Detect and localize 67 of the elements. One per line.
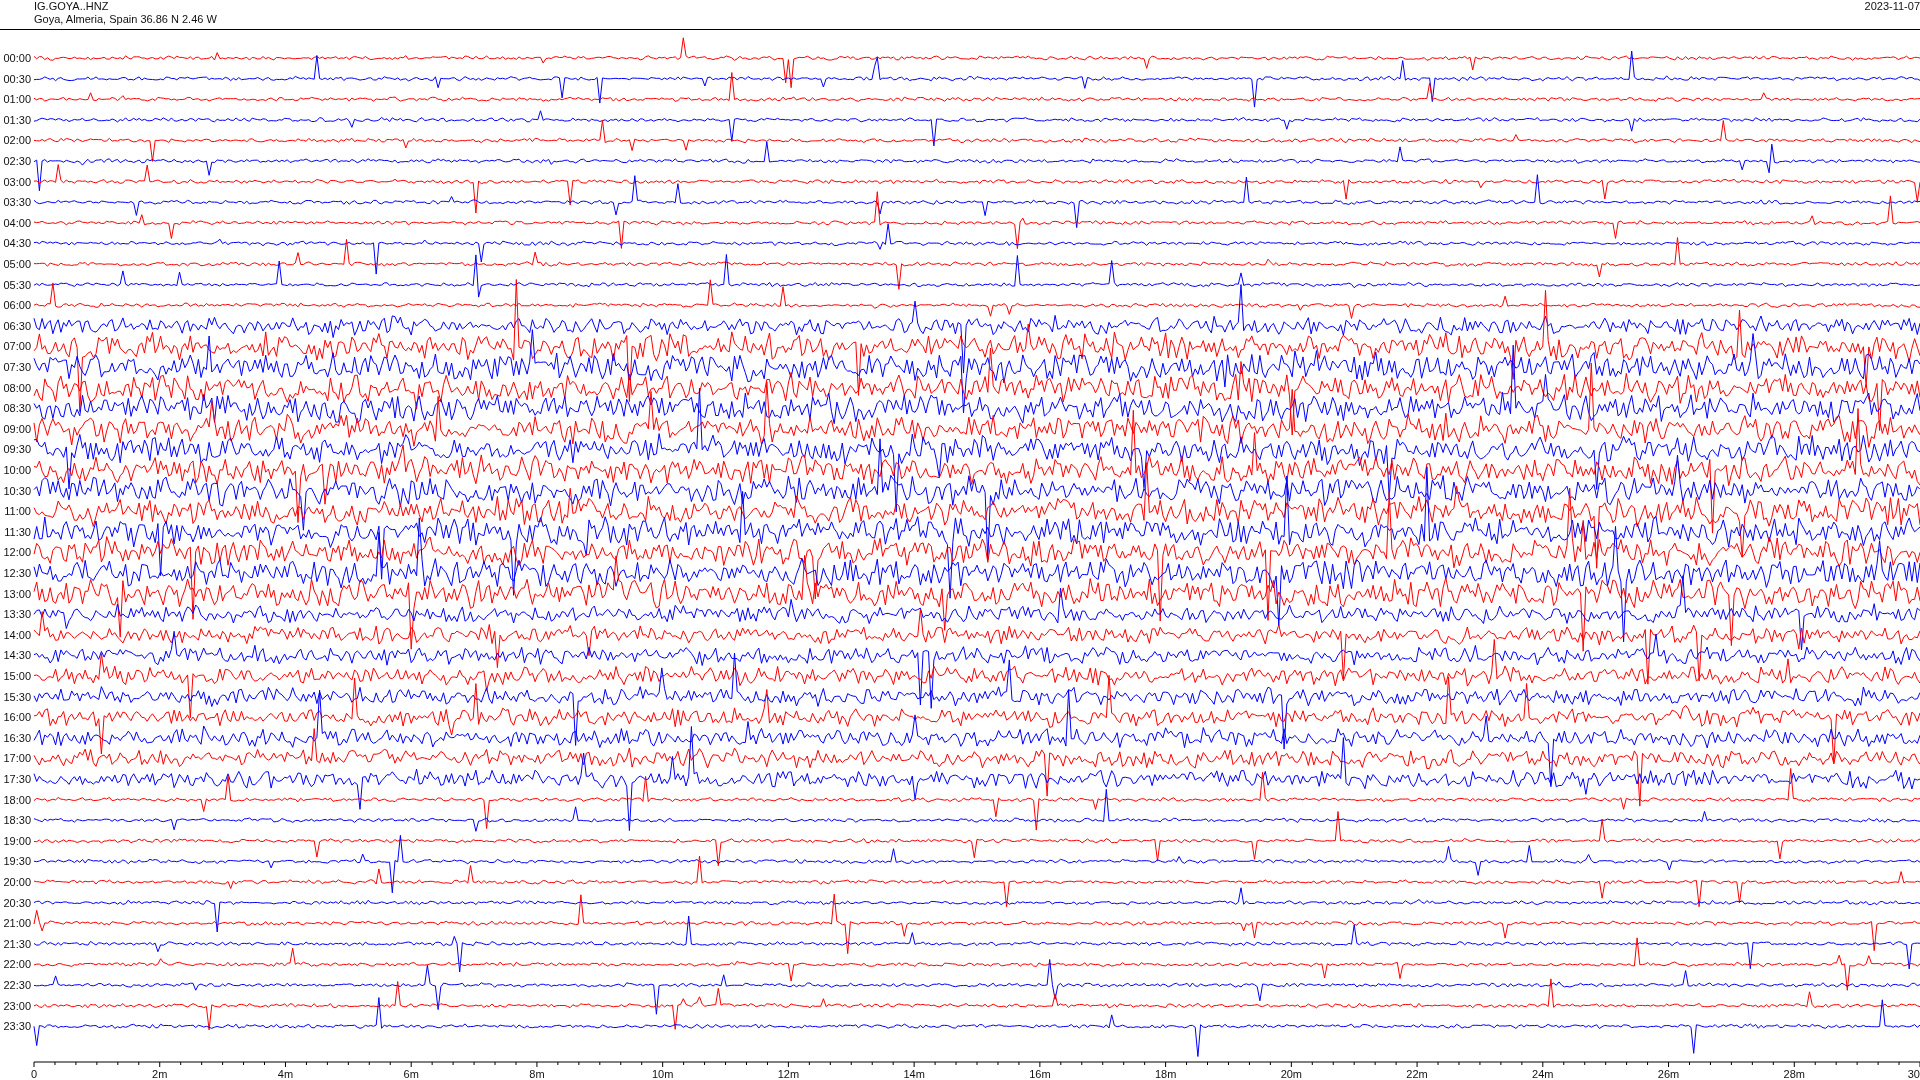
time-label: 18:30 xyxy=(3,814,31,827)
time-label: 09:30 xyxy=(3,443,31,456)
axis-label: 24m xyxy=(1532,1068,1554,1079)
time-label: 02:30 xyxy=(3,155,31,167)
time-label: 22:00 xyxy=(3,958,31,971)
time-label: 11:00 xyxy=(4,505,31,518)
time-label: 12:00 xyxy=(3,546,31,559)
time-label: 01:00 xyxy=(3,93,31,106)
time-label: 23:00 xyxy=(3,999,31,1012)
time-label: 00:30 xyxy=(3,72,31,85)
time-label: 03:30 xyxy=(3,196,31,209)
time-label: 07:00 xyxy=(3,340,31,353)
time-label: 09:00 xyxy=(3,422,31,435)
axis-label: 2m xyxy=(152,1068,168,1079)
time-label: 11:30 xyxy=(4,525,31,538)
time-label: 14:00 xyxy=(3,628,31,641)
record-date: 2023-11-07 xyxy=(1864,0,1920,14)
axis-label: 30 xyxy=(1907,1068,1920,1079)
time-label: 05:00 xyxy=(3,258,31,270)
time-label: 22:30 xyxy=(3,979,31,991)
time-label: 06:00 xyxy=(3,299,31,312)
time-label: 19:30 xyxy=(3,855,31,868)
time-label: 17:30 xyxy=(3,773,31,785)
time-label: 20:00 xyxy=(3,876,31,888)
time-label: 21:00 xyxy=(3,917,31,930)
station-location: Goya, Almeria, Spain 36.86 N 2.46 W xyxy=(34,13,217,26)
axis-label: 6m xyxy=(403,1068,419,1079)
time-label: 04:00 xyxy=(3,216,31,229)
axis-label: 22m xyxy=(1406,1068,1428,1079)
axis-label: 0 xyxy=(30,1068,38,1079)
time-label: 03:00 xyxy=(3,175,31,188)
time-label: 04:30 xyxy=(3,237,31,250)
time-label: 07:30 xyxy=(3,361,31,373)
time-label: 15:00 xyxy=(3,670,31,682)
axis-label: 18m xyxy=(1154,1068,1177,1079)
station-code: IG.GOYA..HNZ xyxy=(34,0,110,13)
time-label: 12:30 xyxy=(3,567,31,579)
time-label: 17:00 xyxy=(3,752,31,765)
time-label: 06:30 xyxy=(3,319,31,332)
time-label: 15:30 xyxy=(3,690,31,703)
axis-label: 12m xyxy=(777,1068,800,1079)
time-label: 00:00 xyxy=(3,52,31,64)
time-label: 02:00 xyxy=(3,134,31,147)
time-label: 08:00 xyxy=(3,381,31,394)
time-label: 20:30 xyxy=(3,896,31,909)
time-label: 08:30 xyxy=(3,402,31,415)
axis-label: 8m xyxy=(529,1068,545,1079)
axis-label: 28m xyxy=(1783,1068,1805,1079)
time-label: 13:30 xyxy=(3,608,31,621)
axis-label: 20m xyxy=(1280,1068,1303,1079)
axis-label: 16m xyxy=(1029,1068,1051,1079)
time-label: 14:30 xyxy=(3,649,31,662)
time-label: 01:30 xyxy=(3,113,31,126)
time-label: 13:00 xyxy=(3,587,31,600)
time-label: 21:30 xyxy=(3,937,31,950)
axis-label: 14m xyxy=(903,1068,925,1079)
time-label: 18:00 xyxy=(3,793,31,806)
time-label: 10:30 xyxy=(3,484,31,497)
axis-label: 4m xyxy=(277,1068,294,1079)
axis-label: 10m xyxy=(651,1068,674,1079)
time-label: 10:00 xyxy=(3,464,31,476)
axis-label: 26m xyxy=(1657,1068,1680,1079)
time-label: 05:30 xyxy=(3,278,31,291)
time-label: 16:00 xyxy=(3,711,31,724)
time-label: 16:30 xyxy=(3,731,31,744)
time-label: 19:00 xyxy=(3,834,31,847)
time-label: 23:30 xyxy=(3,1020,31,1033)
